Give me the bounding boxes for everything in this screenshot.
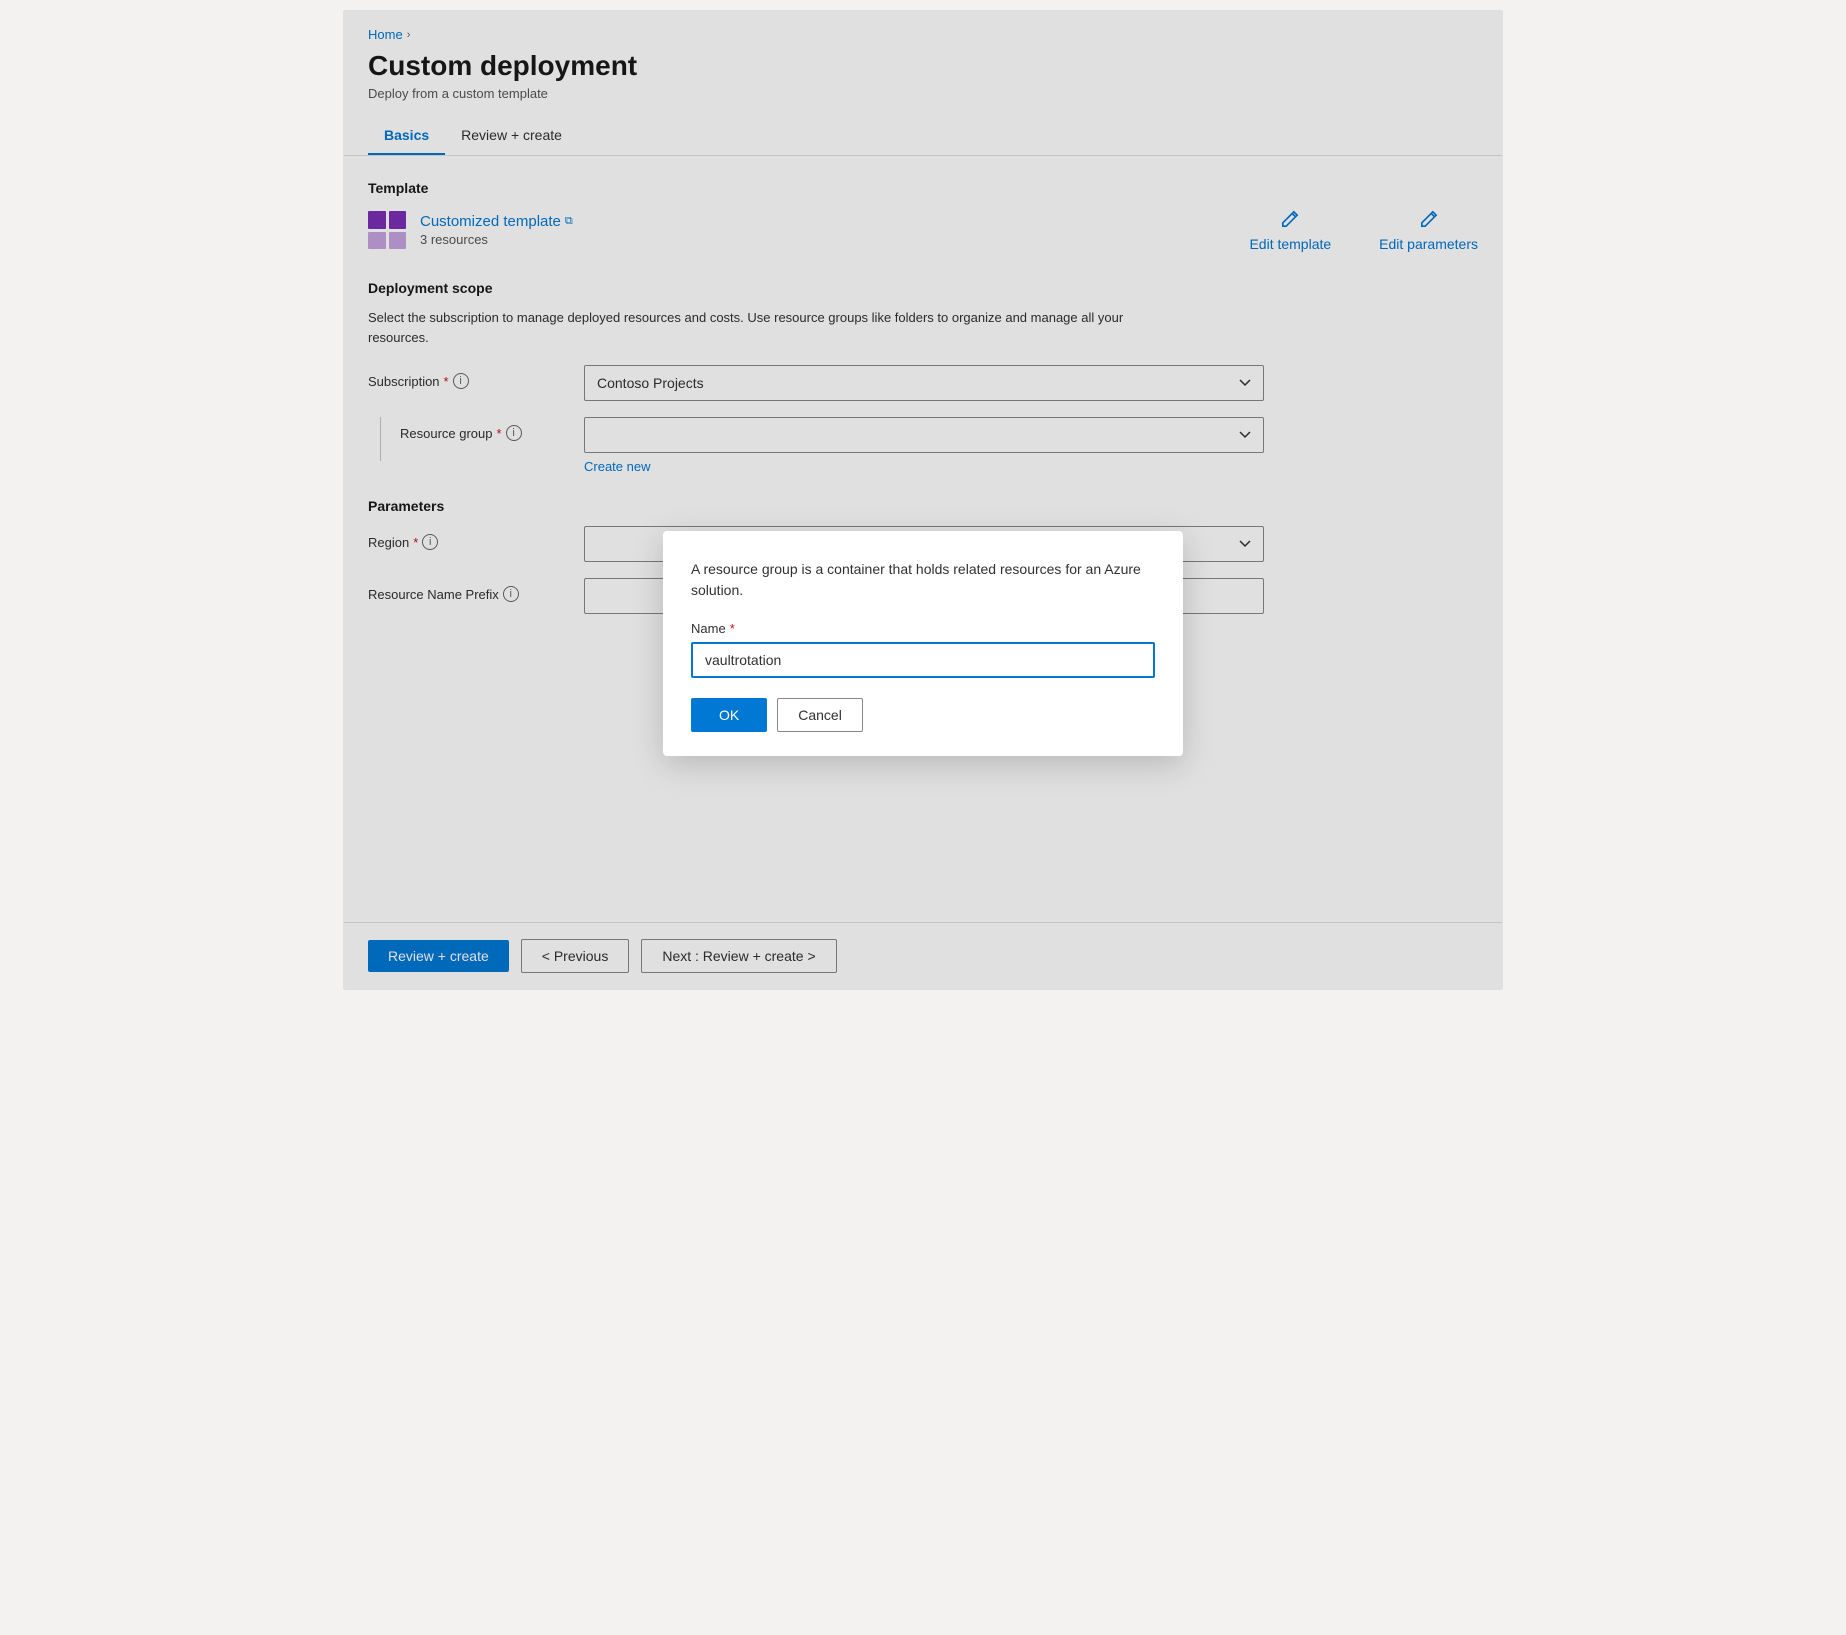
main-container: Home › Custom deployment Deploy from a c… xyxy=(343,10,1503,990)
dialog-overlay: A resource group is a container that hol… xyxy=(344,11,1502,989)
dialog-ok-button[interactable]: OK xyxy=(691,698,767,732)
dialog-description: A resource group is a container that hol… xyxy=(691,559,1155,601)
dialog-name-input[interactable] xyxy=(691,642,1155,678)
resource-group-dialog: A resource group is a container that hol… xyxy=(663,531,1183,756)
dialog-cancel-button[interactable]: Cancel xyxy=(777,698,863,732)
dialog-name-required: * xyxy=(730,621,735,636)
dialog-name-label: Name * xyxy=(691,621,1155,636)
dialog-actions: OK Cancel xyxy=(691,698,1155,732)
